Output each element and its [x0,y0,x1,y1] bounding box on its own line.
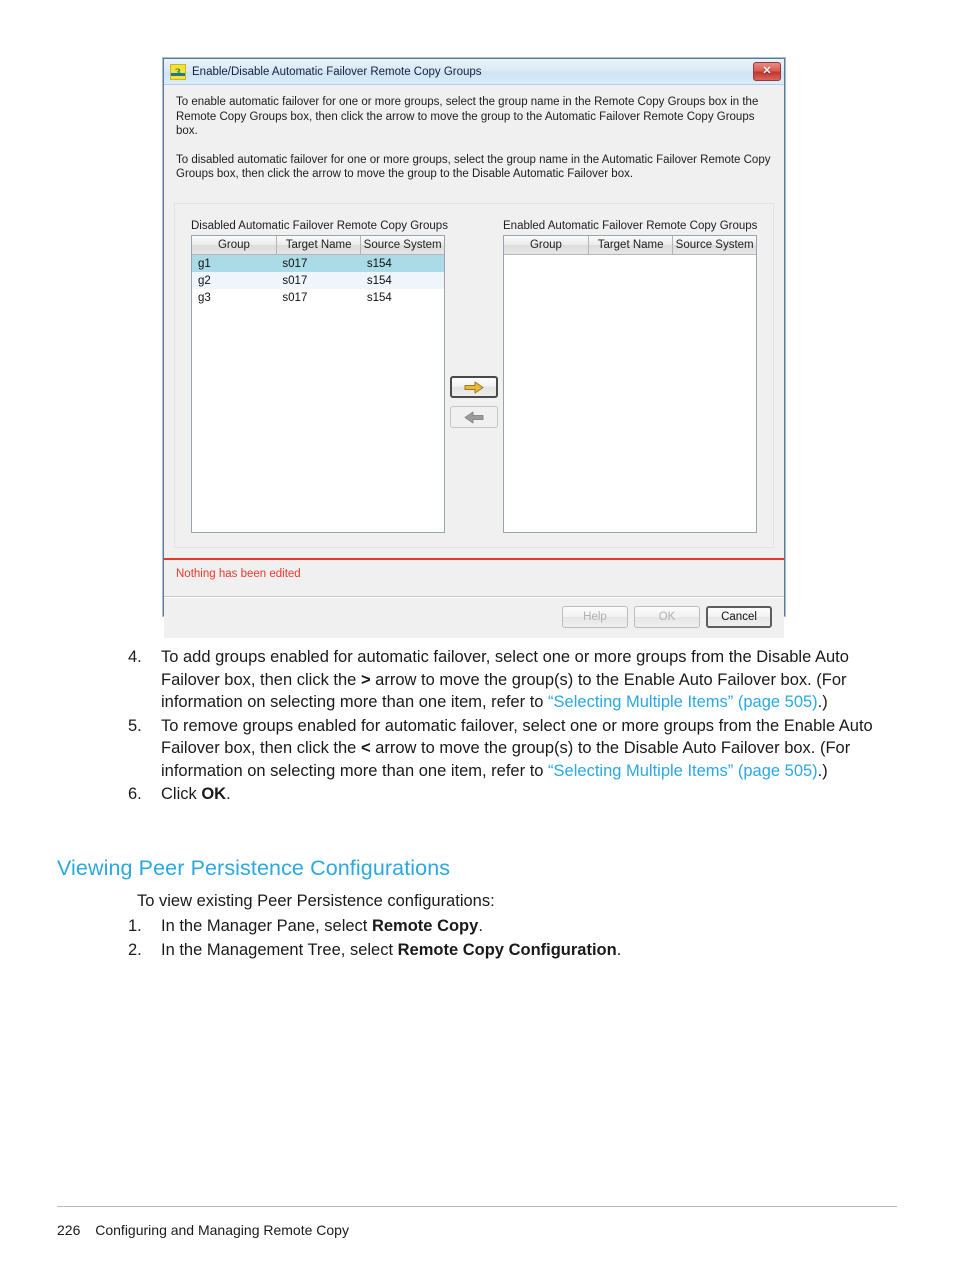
instruction-paragraph-2: To disabled automatic failover for one o… [176,153,771,181]
footer-page-number: 226 [57,1222,81,1238]
cell-target-name: s017 [276,254,361,272]
cancel-button[interactable]: Cancel [706,606,772,628]
dialog-button-bar: Help OK Cancel [164,597,784,638]
close-icon[interactable]: ✕ [753,62,781,81]
step-number: 5. [128,716,142,735]
column-header-target-name[interactable]: Target Name [588,236,674,255]
cell-target-name: s017 [276,272,361,289]
list-item: 5. To remove groups enabled for automatic… [111,715,901,783]
step-text-part-1: In the Manager Pane, select [161,917,372,935]
page-footer: 226 Configuring and Managing Remote Copy [57,1222,349,1238]
disabled-groups-table: Group Target Name Source System g1 s017 s1… [192,236,444,306]
disabled-groups-label: Disabled Automatic Failover Remote Copy … [191,220,448,232]
enabled-groups-listbox[interactable]: Group Target Name Source System [503,235,757,533]
table-row[interactable]: g1 s017 s154 [192,254,444,272]
table-header-row: Group Target Name Source System [504,236,756,255]
dialog-instructions: To enable automatic failover for one or … [176,95,772,182]
dialog-screenshot: 3 Enable/Disable Automatic Failover Remo… [163,58,785,638]
column-header-target-name[interactable]: Target Name [276,236,362,255]
table-row[interactable]: g2 s017 s154 [192,272,444,289]
cell-group: g2 [192,272,277,289]
step-bold-term: Remote Copy [371,917,479,935]
step-text-part-1: Click [161,785,202,803]
step-number: 1. [128,917,142,935]
cell-source-system: s154 [360,272,444,289]
step-number: 4. [128,648,142,666]
list-item: 6. Click OK. [111,783,901,806]
numbered-steps-lower: 1. In the Manager Pane, select Remote Cop… [111,915,901,962]
disabled-groups-column: Disabled Automatic Failover Remote Copy … [191,220,448,547]
step-symbol: > [360,670,371,689]
cell-group: g3 [198,291,211,304]
footer-divider [57,1206,897,1207]
column-header-source-system[interactable]: Source System [360,236,444,255]
status-bar: Nothing has been edited [164,560,784,597]
transfer-buttons [450,376,498,428]
step-number: 2. [128,940,142,959]
dialog-body: To enable automatic failover for one or … [164,85,784,638]
enabled-groups-column: Enabled Automatic Failover Remote Copy G… [503,220,757,547]
step-text-part-2: . [226,785,231,803]
list-item: 2. In the Management Tree, select Remote … [111,939,901,962]
step-bold-term: Remote Copy Configuration [397,940,617,959]
section-heading: Viewing Peer Persistence Configurations [57,856,451,880]
column-header-group[interactable]: Group [504,236,589,255]
table-row[interactable]: g3 s017 s154 [192,289,444,306]
step-text-part-3: .) [817,761,828,780]
move-left-button[interactable] [450,406,498,428]
help-button[interactable]: Help [562,606,628,628]
table-header-row: Group Target Name Source System [192,236,444,255]
section-lead-in: To view existing Peer Persistence config… [137,892,495,910]
cross-reference-link[interactable]: “Selecting Multiple Items” (page 505) [548,762,818,780]
step-number: 6. [128,785,142,803]
instruction-paragraph-1: To enable automatic failover for one or … [176,96,759,137]
cross-reference-link[interactable]: “Selecting Multiple Items” (page 505) [548,693,818,711]
disabled-groups-listbox[interactable]: Group Target Name Source System g1 s017 s1… [191,235,445,533]
cell-source-system: s154 [366,291,392,304]
list-item: 4. To add groups enabled for automatic fa… [111,646,901,714]
enabled-groups-label: Enabled Automatic Failover Remote Copy G… [503,220,758,232]
cell-group: g1 [192,254,277,272]
numbered-steps-upper: 4. To add groups enabled for automatic fa… [111,646,901,807]
step-bold-term: OK [201,785,227,803]
move-right-button[interactable] [450,376,498,398]
footer-chapter-title: Configuring and Managing Remote Copy [95,1222,349,1238]
column-header-group[interactable]: Group [192,236,277,255]
dialog-titlebar: 3 Enable/Disable Automatic Failover Remo… [164,59,784,85]
cell-target-name: s017 [282,291,308,304]
status-message: Nothing has been edited [176,568,301,580]
dialog-title: Enable/Disable Automatic Failover Remote… [192,65,482,78]
list-item: 1. In the Manager Pane, select Remote Cop… [111,915,901,938]
transfer-panel: Disabled Automatic Failover Remote Copy … [174,203,774,548]
step-text-part-3: .) [817,693,828,711]
3par-icon-glyph: 3 [175,64,181,79]
3par-icon: 3 [170,63,186,80]
right-arrow-icon [464,381,484,393]
column-header-source-system[interactable]: Source System [672,236,756,255]
left-arrow-icon [464,411,484,423]
step-text-part-2: . [616,940,622,959]
step-text-part-2: . [478,917,483,935]
step-text-part-1: In the Management Tree, select [161,940,398,959]
ok-button[interactable]: OK [634,606,700,628]
cell-source-system: s154 [360,254,444,272]
step-symbol: < [360,739,371,757]
enabled-groups-table: Group Target Name Source System [504,236,756,255]
